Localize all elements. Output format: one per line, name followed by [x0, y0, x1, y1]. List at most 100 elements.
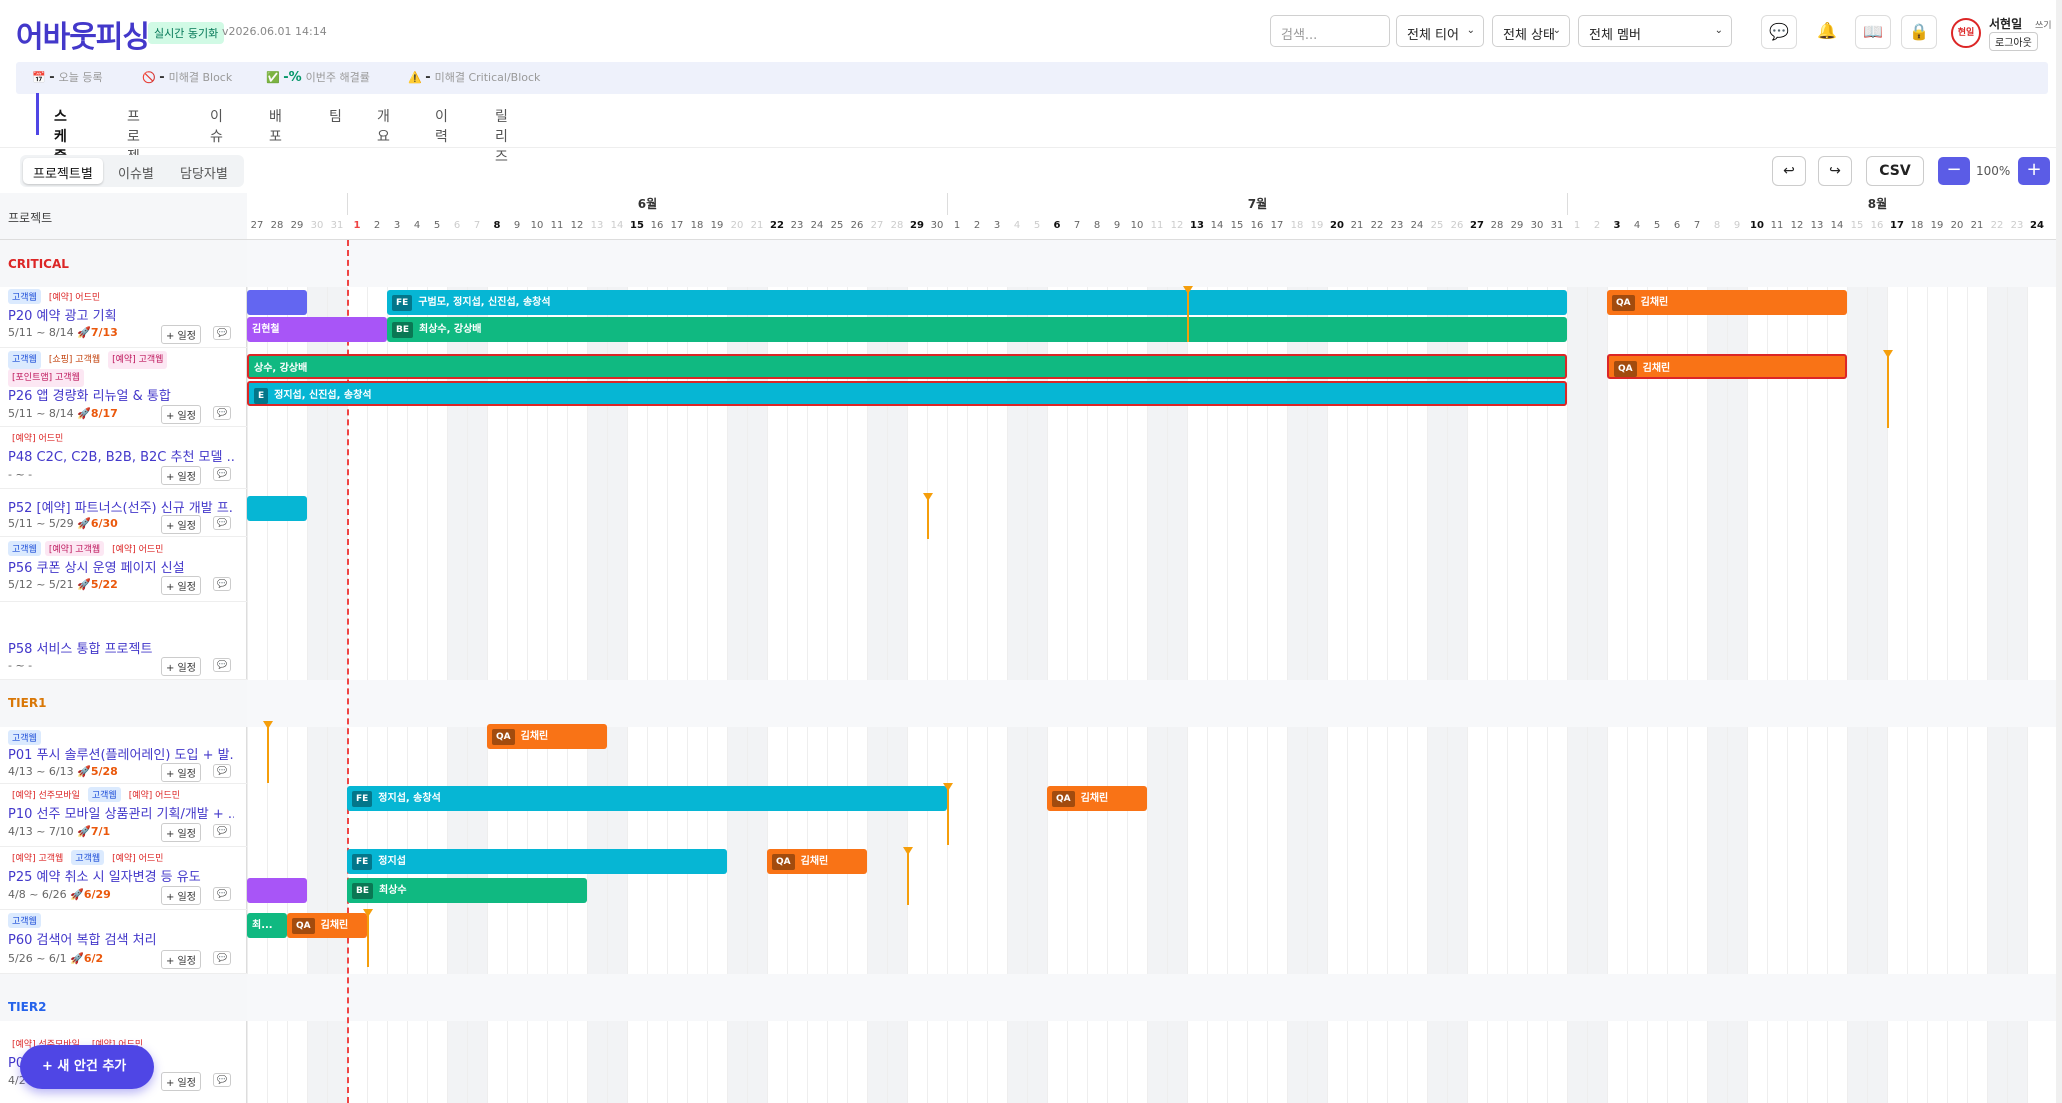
- view-by-project[interactable]: 프로젝트별: [23, 158, 103, 184]
- schedule-bar[interactable]: E 정지섭, 신진섭, 송창석: [247, 381, 1567, 406]
- comment-icon[interactable]: 💬: [213, 406, 231, 420]
- list-item[interactable]: 고객웹 [예약] 고객웹 [예약] 어드민 P56 쿠폰 상시 운영 페이지 신설 …: [0, 537, 247, 602]
- add-schedule-button[interactable]: + 일정: [161, 576, 201, 595]
- schedule-bar[interactable]: QA 김채린: [1047, 786, 1147, 811]
- project-name[interactable]: P56 쿠폰 상시 운영 페이지 신설: [8, 557, 234, 576]
- schedule-bar[interactable]: 김현철: [247, 317, 387, 342]
- add-schedule-button[interactable]: + 일정: [161, 886, 201, 905]
- docs-button[interactable]: 📖: [1855, 15, 1891, 49]
- schedule-bar[interactable]: BE 최상수: [347, 878, 587, 903]
- status-filter-select[interactable]: 전체 상태 ⌄: [1492, 15, 1570, 47]
- project-name[interactable]: P60 검색어 복합 검색 처리: [8, 929, 234, 948]
- schedule-bar[interactable]: 상수, 강상배: [247, 354, 1567, 379]
- schedule-bar[interactable]: [247, 496, 307, 521]
- app-logo[interactable]: 어바웃피싱: [16, 12, 150, 56]
- milestone-flag-icon[interactable]: [263, 721, 273, 783]
- milestone-flag-icon[interactable]: [903, 847, 913, 905]
- add-schedule-button[interactable]: + 일정: [161, 466, 201, 485]
- chat-icon-button[interactable]: 💬: [1761, 15, 1797, 49]
- add-schedule-button[interactable]: + 일정: [161, 405, 201, 424]
- add-schedule-button[interactable]: + 일정: [161, 657, 201, 676]
- tier-filter-select[interactable]: 전체 티어 ⌄: [1396, 15, 1484, 47]
- add-schedule-button[interactable]: + 일정: [161, 515, 201, 534]
- schedule-bar[interactable]: BE 최상수, 강상배: [387, 317, 1567, 342]
- comment-icon[interactable]: 💬: [213, 764, 231, 778]
- add-schedule-button[interactable]: + 일정: [161, 1072, 201, 1091]
- tag: 고객웹: [8, 913, 41, 928]
- comment-icon[interactable]: 💬: [213, 577, 231, 591]
- project-name[interactable]: P10 선주 모바일 상품관리 기획/개발 + ...: [8, 803, 234, 822]
- schedule-bar[interactable]: QA 김채린: [1607, 354, 1847, 379]
- comment-icon[interactable]: 💬: [213, 658, 231, 672]
- project-name[interactable]: P20 예약 광고 기획: [8, 305, 234, 324]
- avatar[interactable]: 현일: [1951, 18, 1981, 48]
- book-icon: 📖: [1863, 22, 1883, 41]
- scrollbar[interactable]: [2056, 0, 2062, 1103]
- month-august: 8월: [1567, 193, 2062, 215]
- project-name[interactable]: P52 [예약] 파트너스(선주) 신규 개발 프...: [8, 497, 234, 516]
- lock-button[interactable]: 🔒: [1901, 15, 1937, 49]
- project-name[interactable]: P01 푸시 솔루션(플레어레인) 도입 + 발...: [8, 744, 234, 763]
- tab-release[interactable]: 릴리즈: [495, 96, 508, 176]
- project-name[interactable]: P26 앱 경량화 리뉴얼 & 통합: [8, 385, 234, 404]
- schedule-bar[interactable]: QA 김채린: [287, 913, 367, 938]
- milestone-flag-icon[interactable]: [923, 493, 933, 539]
- project-name[interactable]: P48 C2C, C2B, B2B, B2C 추천 모델 ...: [8, 446, 234, 465]
- project-name[interactable]: P25 예약 취소 시 일자변경 등 유도: [8, 866, 234, 885]
- list-item[interactable]: P58 서비스 통합 프로젝트 - ~ - + 일정 💬: [0, 602, 247, 680]
- comment-icon[interactable]: 💬: [213, 1073, 231, 1087]
- member-filter-select[interactable]: 전체 멤버 ⌄: [1578, 15, 1732, 47]
- list-item[interactable]: [예약] 고객웹 고객웹 [예약] 어드민 P25 예약 취소 시 일자변경 등 유…: [0, 847, 247, 910]
- list-item[interactable]: 고객웹 P01 푸시 솔루션(플레어레인) 도입 + 발... 4/13 ~ 6…: [0, 727, 247, 784]
- gantt-timeline[interactable]: 6월 7월 8월 FE 구범모, 정지섭, 신진섭, 송창석 김현철 BE 최상수,…: [247, 193, 2062, 1103]
- milestone-flag-icon[interactable]: [1883, 350, 1893, 428]
- zoom-out-button[interactable]: −: [1938, 157, 1970, 185]
- list-item[interactable]: 고객웹 [예약] 어드민 P20 예약 광고 기획 5/11 ~ 8/14 🚀7/…: [0, 286, 247, 348]
- day-label: 28: [890, 220, 904, 231]
- schedule-bar[interactable]: QA 김채린: [1607, 290, 1847, 315]
- view-by-assignee[interactable]: 담당자별: [170, 158, 238, 184]
- schedule-bar[interactable]: FE 정지섭: [347, 849, 727, 874]
- logout-button[interactable]: 로그아웃: [1989, 32, 2038, 51]
- list-item[interactable]: [예약] 선주모바일 고객웹 [예약] 어드민 P10 선주 모바일 상품관리 기획…: [0, 784, 247, 847]
- undo-button[interactable]: ↩: [1772, 156, 1806, 186]
- add-schedule-button[interactable]: + 일정: [161, 823, 201, 842]
- comment-icon[interactable]: 💬: [213, 887, 231, 901]
- tab-team[interactable]: 팀: [329, 96, 342, 136]
- comment-icon[interactable]: 💬: [213, 467, 231, 481]
- comment-icon[interactable]: 💬: [213, 326, 231, 340]
- schedule-bar[interactable]: QA 김채린: [487, 724, 607, 749]
- view-by-issue[interactable]: 이슈별: [108, 158, 164, 184]
- schedule-bar[interactable]: FE 정지섭, 송창석: [347, 786, 947, 811]
- schedule-bar[interactable]: FE 구범모, 정지섭, 신진섭, 송창석: [387, 290, 1567, 315]
- project-name[interactable]: P58 서비스 통합 프로젝트: [8, 638, 234, 657]
- add-schedule-button[interactable]: + 일정: [161, 325, 201, 344]
- comment-icon[interactable]: 💬: [213, 951, 231, 965]
- csv-export-button[interactable]: CSV: [1866, 156, 1924, 186]
- day-label: 21: [750, 220, 764, 231]
- milestone-flag-icon[interactable]: [943, 783, 953, 845]
- schedule-bar[interactable]: [247, 290, 307, 315]
- divider: [0, 147, 2062, 148]
- day-label: 24: [810, 220, 824, 231]
- add-schedule-button[interactable]: + 일정: [161, 763, 201, 782]
- redo-button[interactable]: ↪: [1818, 156, 1852, 186]
- list-item[interactable]: 고객웹 [쇼핑] 고객웹 [예약] 고객웹 [포인트앱] 고객웹 P26 앱 경량화 …: [0, 348, 247, 427]
- role-badge: BE: [392, 322, 414, 338]
- milestone-flag-icon[interactable]: [363, 909, 373, 967]
- list-item[interactable]: 고객웹 P60 검색어 복합 검색 처리 5/26 ~ 6/1 🚀6/2 + 일…: [0, 910, 247, 974]
- notification-button[interactable]: 🔔: [1809, 15, 1845, 49]
- add-schedule-button[interactable]: + 일정: [161, 950, 201, 969]
- zoom-in-button[interactable]: +: [2018, 157, 2050, 185]
- comment-icon[interactable]: 💬: [213, 516, 231, 530]
- milestone-flag-icon[interactable]: [1183, 286, 1193, 342]
- list-item[interactable]: P52 [예약] 파트너스(선주) 신규 개발 프... 5/11 ~ 5/29…: [0, 489, 247, 537]
- search-input[interactable]: 검색...: [1270, 15, 1390, 47]
- schedule-bar[interactable]: 최...: [247, 913, 287, 938]
- comment-icon[interactable]: 💬: [213, 824, 231, 838]
- list-item[interactable]: [예약] 어드민 P48 C2C, C2B, B2B, B2C 추천 모델 ..…: [0, 427, 247, 489]
- add-item-fab[interactable]: + 새 안건 추가: [20, 1045, 154, 1089]
- schedule-bar[interactable]: [247, 878, 307, 903]
- schedule-bar[interactable]: QA 김채린: [767, 849, 867, 874]
- stat-critical-label: 미해결 Critical/Block: [434, 71, 541, 84]
